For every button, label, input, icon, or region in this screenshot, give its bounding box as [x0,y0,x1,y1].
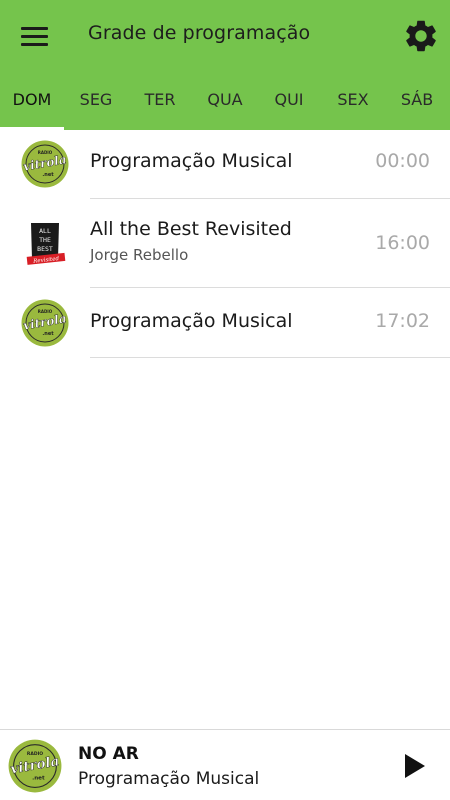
page-title: Grade de programação [88,22,311,44]
play-icon[interactable] [398,748,434,784]
svg-text:.net: .net [32,776,45,782]
program-time: 17:02 [375,310,430,332]
all-the-best-logo: ALL THE BEST Revisited [21,219,69,267]
schedule-item[interactable]: ALL THE BEST Revisited All the Best Revi… [0,199,450,288]
program-time: 16:00 [375,232,430,254]
vitrola-logo: RADIO vitrola .net [21,140,69,188]
toolbar: Grade de programação [0,0,450,72]
schedule-item[interactable]: RADIO vitrola .net Programação Musical 0… [0,130,450,199]
app-bar: Grade de programação DOM SEG TER QUA QUI… [0,0,450,130]
program-host: Jorge Rebello [90,246,189,264]
day-tabs: DOM SEG TER QUA QUI SEX SÁB [0,72,450,130]
vitrola-logo: RADIO vitrola .net [8,739,62,793]
on-air-label: NO AR [78,744,139,764]
program-name: All the Best Revisited [90,218,292,240]
tab-sex[interactable]: SEX [321,72,385,130]
tab-seg[interactable]: SEG [64,72,128,130]
svg-text:BEST: BEST [37,245,53,253]
svg-text:.net: .net [42,172,54,178]
now-playing-bar[interactable]: RADIO vitrola .net NO AR Programação Mus… [0,729,450,800]
tab-sab[interactable]: SÁB [385,72,449,130]
svg-text:ALL: ALL [39,227,51,235]
svg-text:THE: THE [39,236,51,244]
program-time: 00:00 [375,150,430,172]
svg-text:.net: .net [42,331,54,337]
gear-icon[interactable] [402,17,440,55]
tab-dom[interactable]: DOM [0,72,64,130]
program-name: Programação Musical [90,310,293,332]
row-divider [90,357,450,358]
tab-qua[interactable]: QUA [193,72,257,130]
hamburger-menu-icon[interactable] [16,20,54,54]
tab-qui[interactable]: QUI [257,72,321,130]
program-name: Programação Musical [90,150,293,172]
vitrola-logo: RADIO vitrola .net [21,299,69,347]
tab-ter[interactable]: TER [128,72,192,130]
schedule-item[interactable]: RADIO vitrola .net Programação Musical 1… [0,288,450,358]
now-playing-title: Programação Musical [78,769,260,789]
